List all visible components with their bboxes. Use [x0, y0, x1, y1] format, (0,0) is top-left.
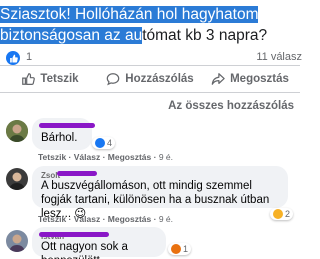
comment-author[interactable]: Zsolt	[41, 169, 279, 180]
like-reaction-icon	[95, 138, 105, 148]
like-count[interactable]: 1	[26, 51, 32, 63]
comment-like-link[interactable]: Tetszik	[38, 214, 66, 224]
comment-author[interactable]	[39, 121, 95, 131]
comment-author[interactable]: Istvan	[39, 230, 157, 241]
reaction-count: 2	[285, 209, 291, 219]
avatar[interactable]	[6, 120, 28, 142]
comment-icon	[106, 73, 120, 86]
redacted-name-bar	[39, 123, 95, 128]
reaction-count: 4	[107, 138, 113, 148]
redacted-name-bar	[39, 232, 109, 237]
redacted-name-bar	[57, 171, 97, 176]
post-text-selection: Sziasztok! Hollóházán hol hagyhatom	[0, 6, 259, 23]
comment-meta: Tetszik · Válasz · Megosztás · 9 é.	[38, 214, 173, 224]
comment-share-link[interactable]: Megosztás	[108, 152, 151, 162]
like-button-label: Tetszik	[40, 73, 79, 85]
post-text-line-1: Sziasztok! Hollóházán hol hagyhatom	[0, 4, 300, 25]
comment-reactions[interactable]: 1	[168, 243, 192, 255]
haha-reaction-icon	[273, 209, 283, 219]
comment-reactions[interactable]: 4	[92, 137, 116, 149]
comment-meta: Tetszik · Válasz · Megosztás · 9 é.	[38, 152, 173, 162]
comment-time[interactable]: 9 é.	[159, 152, 173, 162]
post-action-bar: Tetszik Hozzászólás Megosztás	[0, 66, 300, 92]
post-text: Sziasztok! Hollóházán hol hagyhatom bizt…	[0, 4, 300, 46]
like-button[interactable]: Tetszik	[0, 72, 100, 86]
post-text-rest: tómat kb 3 napra?	[142, 27, 268, 44]
comment-bubble: Istvan Ott nagyon sok a bennszülött.	[32, 227, 166, 259]
comment-reactions[interactable]: 2	[270, 208, 294, 220]
comment-button-label: Hozzászólás	[125, 73, 194, 85]
comment-time[interactable]: 9 é.	[159, 214, 173, 224]
divider	[0, 92, 300, 93]
avatar[interactable]	[6, 168, 28, 190]
post-text-selection: biztonságosan az au	[0, 27, 143, 44]
share-button[interactable]: Megosztás	[200, 72, 300, 86]
post-text-line-2: biztonságosan az autómat kb 3 napra?	[0, 25, 300, 46]
comment-bubble: Zsolt A buszvégállomáson, ott mindig sze…	[32, 166, 288, 220]
comment-button[interactable]: Hozzászólás	[100, 72, 200, 86]
all-comments-filter[interactable]: Az összes hozzászólás	[168, 100, 294, 112]
like-reaction-icon[interactable]	[6, 51, 20, 65]
angry-reaction-icon	[171, 244, 181, 254]
comment-share-link[interactable]: Megosztás	[108, 214, 151, 224]
comment-reply-link[interactable]: Válasz	[74, 214, 100, 224]
comment-text: Bárhol.	[41, 132, 78, 144]
share-icon	[211, 73, 225, 85]
share-button-label: Megosztás	[230, 73, 289, 85]
comment-count[interactable]: 11 válasz	[256, 51, 302, 63]
comment-like-link[interactable]: Tetszik	[38, 152, 66, 162]
avatar[interactable]	[6, 230, 28, 252]
thumbs-up-icon	[22, 73, 36, 85]
comment-bubble: Bárhol.	[32, 118, 95, 150]
comment-reply-link[interactable]: Válasz	[74, 152, 100, 162]
post-stats: 1 11 válasz	[0, 50, 302, 66]
reaction-count: 1	[183, 244, 189, 254]
